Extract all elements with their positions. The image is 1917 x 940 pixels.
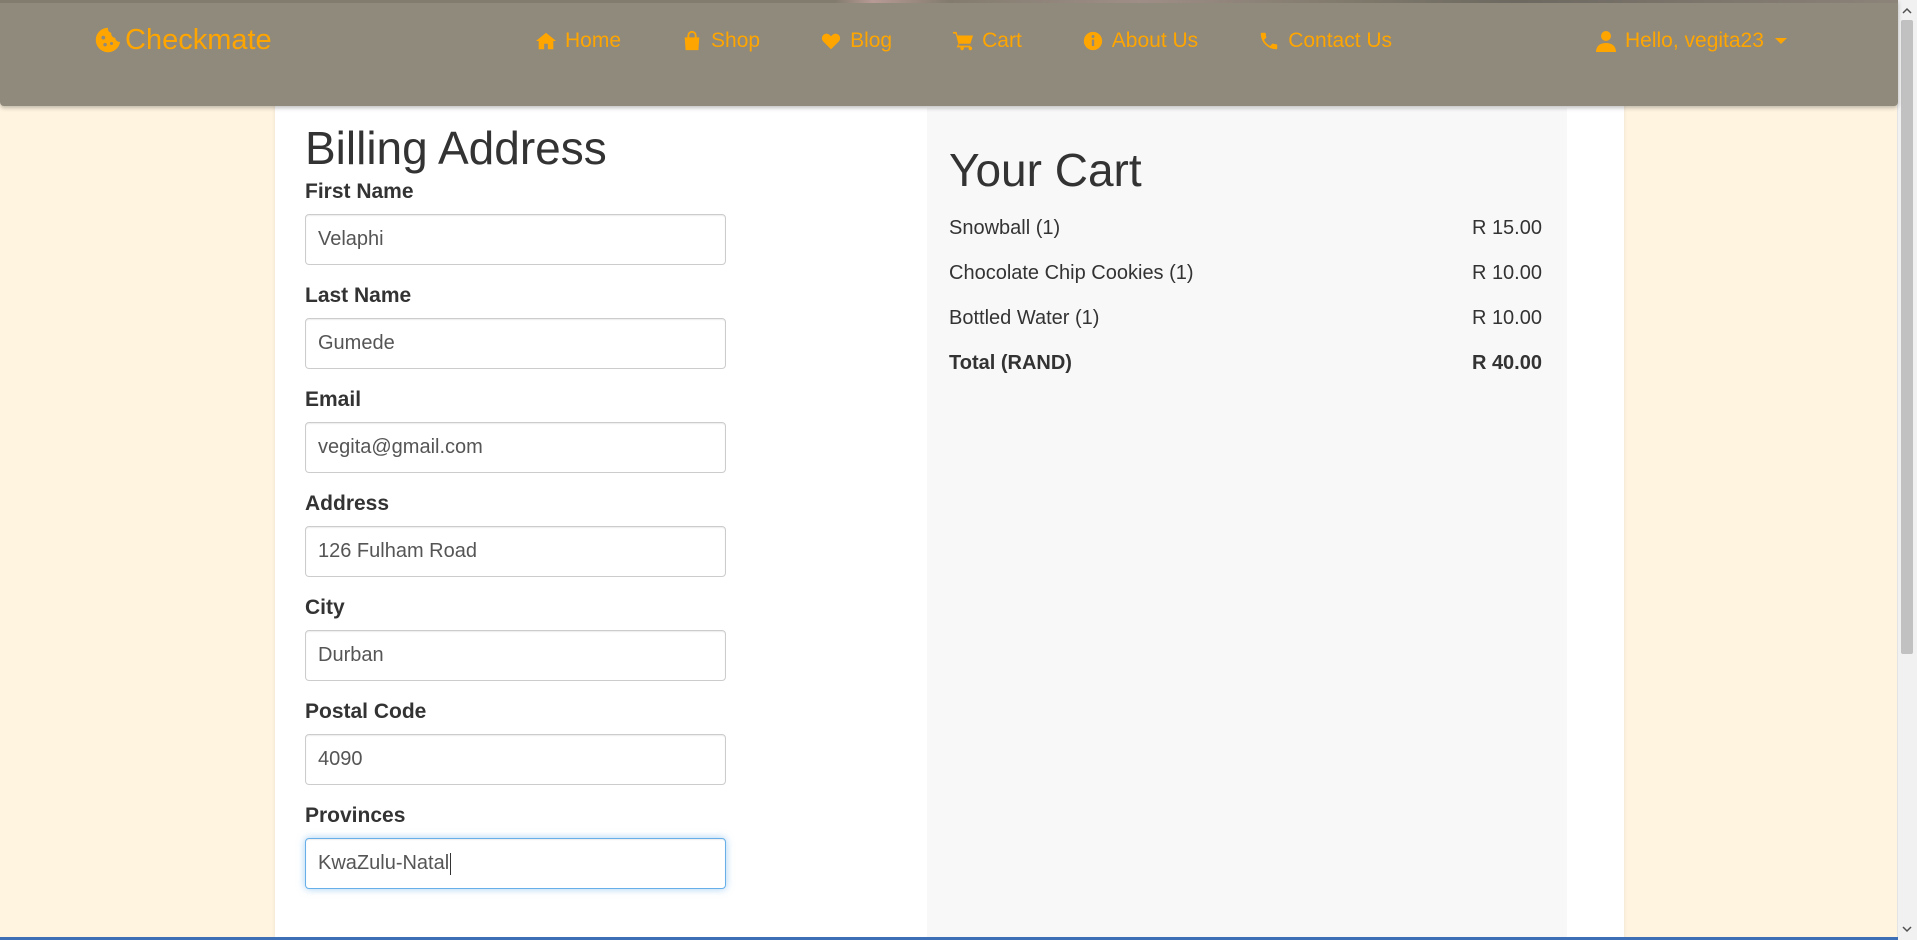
billing-title: Billing Address <box>305 122 607 174</box>
scroll-down-icon[interactable] <box>1902 924 1912 934</box>
cart-item-price: R 10.00 <box>1471 307 1542 329</box>
phone-icon <box>1260 32 1278 50</box>
cart-total-row: Total (RAND) R 40.00 <box>949 341 1542 386</box>
nav-shop[interactable]: Shop <box>681 29 760 53</box>
city-field[interactable]: Durban <box>305 630 726 681</box>
heart-icon <box>821 33 841 50</box>
nav-contact-us-label: Contact Us <box>1288 29 1393 52</box>
cart-item-name: Snowball (1) <box>949 217 1061 239</box>
last-name-group: Last Name Gumede <box>305 284 865 369</box>
user-icon <box>1596 31 1616 52</box>
address-label: Address <box>305 492 390 515</box>
address-group: Address 126 Fulham Road <box>305 492 865 577</box>
nav-about-us[interactable]: About Us <box>1082 29 1198 53</box>
nav-cart-label: Cart <box>982 29 1022 52</box>
checkout-container: Billing Address First Name Velaphi Last … <box>275 70 1624 940</box>
text-cursor <box>450 852 452 875</box>
cart-item: Snowball (1) R 15.00 <box>949 206 1542 251</box>
first-name-field[interactable]: Velaphi <box>305 214 726 265</box>
cookie-icon <box>95 27 121 53</box>
brand-link[interactable]: Checkmate <box>94 24 272 56</box>
navbar: Checkmate Home Shop Blog Cart About Us C… <box>0 0 1898 106</box>
cart-icon <box>953 31 974 51</box>
nav-home[interactable]: Home <box>535 29 621 53</box>
home-icon <box>535 32 557 50</box>
billing-form: Billing Address First Name Velaphi Last … <box>305 120 865 908</box>
first-name-group: First Name Velaphi <box>305 180 865 265</box>
email-field[interactable]: vegita@gmail.com <box>305 422 726 473</box>
scrollbar-thumb[interactable] <box>1901 20 1913 654</box>
nav-home-label: Home <box>565 29 622 52</box>
nav-about-us-label: About Us <box>1111 29 1199 52</box>
info-icon <box>1083 31 1102 51</box>
nav-contact-us[interactable]: Contact Us <box>1258 29 1392 53</box>
email-label: Email <box>305 388 362 411</box>
cart-total-value: R 40.00 <box>1471 352 1542 374</box>
cart-item: Chocolate Chip Cookies (1) R 10.00 <box>949 251 1542 296</box>
nav-cart[interactable]: Cart <box>952 29 1022 53</box>
last-name-field[interactable]: Gumede <box>305 318 726 369</box>
shopping-bag-icon <box>684 30 700 51</box>
postal-code-group: Postal Code 4090 <box>305 700 865 785</box>
provinces-field[interactable]: KwaZulu-Natal <box>305 838 726 889</box>
cart-item-name: Chocolate Chip Cookies (1) <box>949 262 1194 284</box>
provinces-value: KwaZulu-Natal <box>318 852 450 874</box>
cart-item-price: R 10.00 <box>1471 262 1542 284</box>
cart-summary: Your Cart Snowball (1) R 15.00 Chocolate… <box>927 108 1567 940</box>
main-nav: Home Shop Blog Cart About Us Contact Us <box>535 27 1392 55</box>
city-label: City <box>305 596 345 619</box>
cart-list: Snowball (1) R 15.00 Chocolate Chip Cook… <box>949 206 1542 386</box>
nav-shop-label: Shop <box>711 29 761 52</box>
nav-blog-label: Blog <box>850 29 893 52</box>
city-group: City Durban <box>305 596 865 681</box>
cart-item: Bottled Water (1) R 10.00 <box>949 296 1542 341</box>
cart-title: Your Cart <box>949 144 1142 196</box>
cart-total-label: Total (RAND) <box>949 352 1072 374</box>
brand-name: Checkmate <box>125 23 272 56</box>
vertical-scrollbar[interactable] <box>1897 0 1917 940</box>
user-greeting: Hello, vegita23 <box>1625 29 1764 52</box>
postal-code-field[interactable]: 4090 <box>305 734 726 785</box>
first-name-label: First Name <box>305 180 414 203</box>
last-name-label: Last Name <box>305 284 412 307</box>
navbar-background-strip <box>0 0 1898 3</box>
cart-item-name: Bottled Water (1) <box>949 307 1100 329</box>
chevron-down-icon <box>1774 38 1787 44</box>
user-dropdown[interactable]: Hello, vegita23 <box>1596 27 1787 55</box>
cart-item-price: R 15.00 <box>1471 217 1542 239</box>
email-group: Email vegita@gmail.com <box>305 388 865 473</box>
address-field[interactable]: 126 Fulham Road <box>305 526 726 577</box>
nav-blog[interactable]: Blog <box>820 29 892 53</box>
provinces-label: Provinces <box>305 804 406 827</box>
provinces-group: Provinces KwaZulu-Natal <box>305 804 865 889</box>
scroll-up-icon[interactable] <box>1902 6 1912 16</box>
postal-code-label: Postal Code <box>305 700 427 723</box>
